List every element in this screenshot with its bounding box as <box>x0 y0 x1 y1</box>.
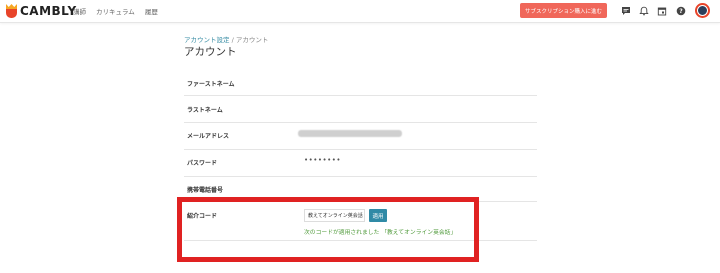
highlight-annotation-box <box>177 197 479 262</box>
password-row[interactable]: パスワード •••••••• <box>184 149 537 177</box>
nav-item-tutors[interactable]: 講師 <box>73 6 86 16</box>
breadcrumb-account-settings[interactable]: アカウント設定 <box>184 36 230 44</box>
breadcrumb-current: アカウント <box>235 36 269 44</box>
subscribe-button[interactable]: サブスクリプション購入に進む <box>520 3 607 18</box>
first-name-row[interactable]: ファーストネーム <box>184 69 537 96</box>
svg-text:?: ? <box>679 8 683 15</box>
help-icon[interactable]: ? <box>675 5 687 17</box>
nav-item-history[interactable]: 履歴 <box>145 6 158 16</box>
last-name-label: ラストネーム <box>187 107 223 114</box>
first-name-label: ファーストネーム <box>187 81 235 88</box>
calendar-icon[interactable] <box>656 5 668 17</box>
main-nav: 講師 カリキュラム 履歴 <box>73 0 168 22</box>
page-title: アカウント <box>184 46 237 58</box>
logo-text: CAMBLY <box>20 4 77 18</box>
email-row[interactable]: メールアドレス <box>184 122 537 150</box>
password-value: •••••••• <box>304 156 342 164</box>
phone-label: 携帯電話番号 <box>187 187 224 194</box>
email-label: メールアドレス <box>187 133 230 140</box>
breadcrumb-separator: / <box>231 36 234 44</box>
email-value-redacted <box>298 130 402 137</box>
bell-icon[interactable] <box>638 5 650 17</box>
breadcrumb: アカウント設定 / アカウント <box>184 34 268 44</box>
password-label: パスワード <box>187 160 218 167</box>
last-name-row[interactable]: ラストネーム <box>184 95 537 123</box>
chat-icon[interactable] <box>620 5 632 17</box>
top-navbar: CAMBLY 講師 カリキュラム 履歴 サブスクリプション購入に進む ? <box>0 0 720 23</box>
avatar[interactable] <box>695 3 710 18</box>
nav-item-curriculum[interactable]: カリキュラム <box>96 6 135 16</box>
cambly-crown-icon <box>6 4 17 18</box>
cambly-logo[interactable]: CAMBLY <box>6 3 77 19</box>
avatar-image <box>697 5 708 16</box>
